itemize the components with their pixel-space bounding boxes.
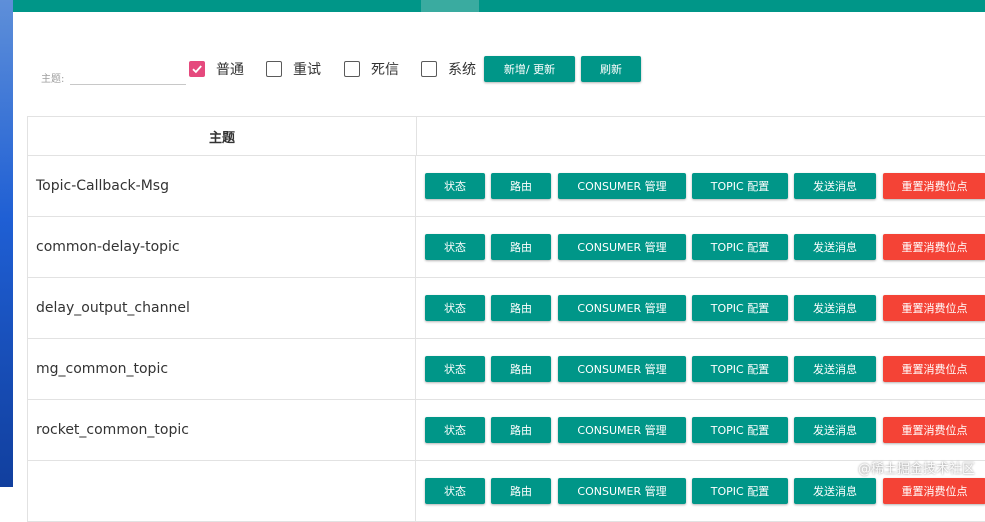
main-content: 主题: 普通 重试 死信 系统 新增/ 更新 刷新 主题 Topic-Callb… (13, 12, 985, 522)
checkbox-system-box[interactable] (421, 61, 437, 77)
table-row: common-delay-topic 状态 路由 CONSUMER 管理 TOP… (28, 217, 985, 278)
table-row: delay_output_channel 状态 路由 CONSUMER 管理 T… (28, 278, 985, 339)
checkbox-normal-label: 普通 (216, 62, 244, 78)
header-topic: 主题 (28, 117, 417, 155)
send-message-button[interactable]: 发送消息 (794, 417, 876, 443)
checkbox-normal-box[interactable] (189, 61, 205, 77)
topic-config-button[interactable]: TOPIC 配置 (692, 417, 788, 443)
topic-config-button[interactable]: TOPIC 配置 (692, 295, 788, 321)
refresh-button[interactable]: 刷新 (581, 56, 641, 82)
table-row: rocket_common_topic 状态 路由 CONSUMER 管理 TO… (28, 400, 985, 461)
topic-name: Topic-Callback-Msg (28, 156, 416, 216)
consumer-manage-button[interactable]: CONSUMER 管理 (558, 356, 686, 382)
status-button[interactable]: 状态 (425, 356, 485, 382)
table-row: Topic-Callback-Msg 状态 路由 CONSUMER 管理 TOP… (28, 156, 985, 217)
send-message-button[interactable]: 发送消息 (794, 356, 876, 382)
topic-name: rocket_common_topic (28, 400, 416, 460)
consumer-manage-button[interactable]: CONSUMER 管理 (558, 417, 686, 443)
topic-filter-label: 主题: (41, 74, 65, 85)
topic-name: mg_common_topic (28, 339, 416, 399)
route-button[interactable]: 路由 (491, 173, 551, 199)
reset-offset-button[interactable]: 重置消费位点 (883, 173, 985, 199)
status-button[interactable]: 状态 (425, 173, 485, 199)
reset-offset-button[interactable]: 重置消费位点 (883, 417, 985, 443)
status-button[interactable]: 状态 (425, 234, 485, 260)
reset-offset-button[interactable]: 重置消费位点 (883, 356, 985, 382)
table-header: 主题 (28, 117, 985, 156)
top-navigation-bar (13, 0, 985, 12)
route-button[interactable]: 路由 (491, 356, 551, 382)
checkbox-dead-letter[interactable]: 死信 (344, 59, 399, 79)
checkbox-dead-letter-box[interactable] (344, 61, 360, 77)
checkbox-system[interactable]: 系统 (421, 59, 476, 79)
add-update-button[interactable]: 新增/ 更新 (484, 56, 575, 82)
topic-name: common-delay-topic (28, 217, 416, 277)
consumer-manage-button[interactable]: CONSUMER 管理 (558, 173, 686, 199)
status-button[interactable]: 状态 (425, 295, 485, 321)
reset-offset-button[interactable]: 重置消费位点 (883, 295, 985, 321)
active-nav-tab[interactable] (421, 0, 479, 12)
topic-config-button[interactable]: TOPIC 配置 (692, 234, 788, 260)
consumer-manage-button[interactable]: CONSUMER 管理 (558, 234, 686, 260)
route-button[interactable]: 路由 (491, 417, 551, 443)
send-message-button[interactable]: 发送消息 (794, 234, 876, 260)
status-button[interactable]: 状态 (425, 417, 485, 443)
table-row: 状态 路由 CONSUMER 管理 TOPIC 配置 发送消息 重置消费位点 (28, 461, 985, 522)
checkbox-retry-label: 重试 (293, 62, 321, 78)
watermark: @稀土掘金技术社区 (857, 462, 975, 477)
checkbox-dead-letter-label: 死信 (371, 62, 399, 78)
topic-filter-input[interactable] (70, 64, 186, 85)
consumer-manage-button[interactable]: CONSUMER 管理 (558, 478, 686, 504)
status-button[interactable]: 状态 (425, 478, 485, 504)
checkbox-normal[interactable]: 普通 (189, 59, 244, 79)
table-row: mg_common_topic 状态 路由 CONSUMER 管理 TOPIC … (28, 339, 985, 400)
topic-config-button[interactable]: TOPIC 配置 (692, 356, 788, 382)
checkbox-retry-box[interactable] (266, 61, 282, 77)
topic-config-button[interactable]: TOPIC 配置 (692, 173, 788, 199)
topic-table: 主题 Topic-Callback-Msg 状态 路由 CONSUMER 管理 … (27, 116, 985, 522)
topic-name: delay_output_channel (28, 278, 416, 338)
consumer-manage-button[interactable]: CONSUMER 管理 (558, 295, 686, 321)
checkbox-system-label: 系统 (448, 62, 476, 78)
check-icon (192, 65, 202, 74)
desktop-background (0, 0, 13, 487)
topic-name (28, 461, 416, 521)
topic-config-button[interactable]: TOPIC 配置 (692, 478, 788, 504)
reset-offset-button[interactable]: 重置消费位点 (883, 478, 985, 504)
route-button[interactable]: 路由 (491, 234, 551, 260)
route-button[interactable]: 路由 (491, 295, 551, 321)
route-button[interactable]: 路由 (491, 478, 551, 504)
reset-offset-button[interactable]: 重置消费位点 (883, 234, 985, 260)
send-message-button[interactable]: 发送消息 (794, 295, 876, 321)
checkbox-retry[interactable]: 重试 (266, 59, 321, 79)
send-message-button[interactable]: 发送消息 (794, 173, 876, 199)
send-message-button[interactable]: 发送消息 (794, 478, 876, 504)
